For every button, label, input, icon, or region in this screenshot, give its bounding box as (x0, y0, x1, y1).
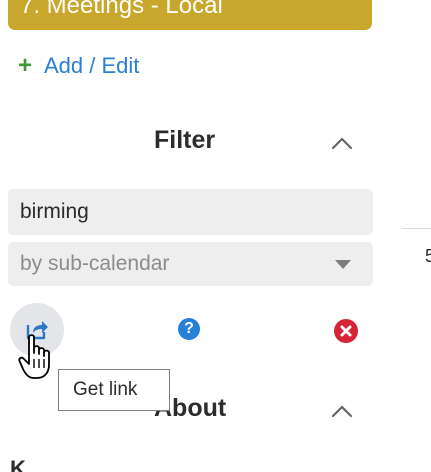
add-edit-link[interactable]: + Add / Edit (14, 52, 139, 80)
clear-filter-icon[interactable] (334, 319, 358, 343)
filter-heading: Filter (154, 126, 216, 154)
calendar-item-label: 7. Meetings - Local (20, 0, 223, 19)
chevron-up-icon[interactable] (331, 404, 353, 418)
calendar-edge-text: 5 (425, 246, 431, 266)
filter-mode-select[interactable]: by sub-calendar (8, 242, 373, 286)
filter-mode-value: by sub-calendar (20, 252, 170, 275)
calendar-divider (402, 228, 431, 229)
chevron-up-icon[interactable] (331, 136, 353, 150)
get-link-tooltip: Get link (58, 369, 170, 411)
filter-search-input[interactable] (8, 189, 373, 235)
plus-icon: + (17, 52, 32, 79)
close-icon (340, 325, 352, 337)
calendar-item-meetings-local[interactable]: 7. Meetings - Local (8, 0, 372, 30)
add-edit-label: Add / Edit (44, 53, 140, 78)
next-section-partial: K (10, 456, 26, 472)
hand-cursor-icon (18, 334, 50, 379)
caret-down-icon (335, 259, 351, 269)
help-glyph: ? (184, 320, 194, 337)
help-icon[interactable]: ? (178, 318, 200, 340)
